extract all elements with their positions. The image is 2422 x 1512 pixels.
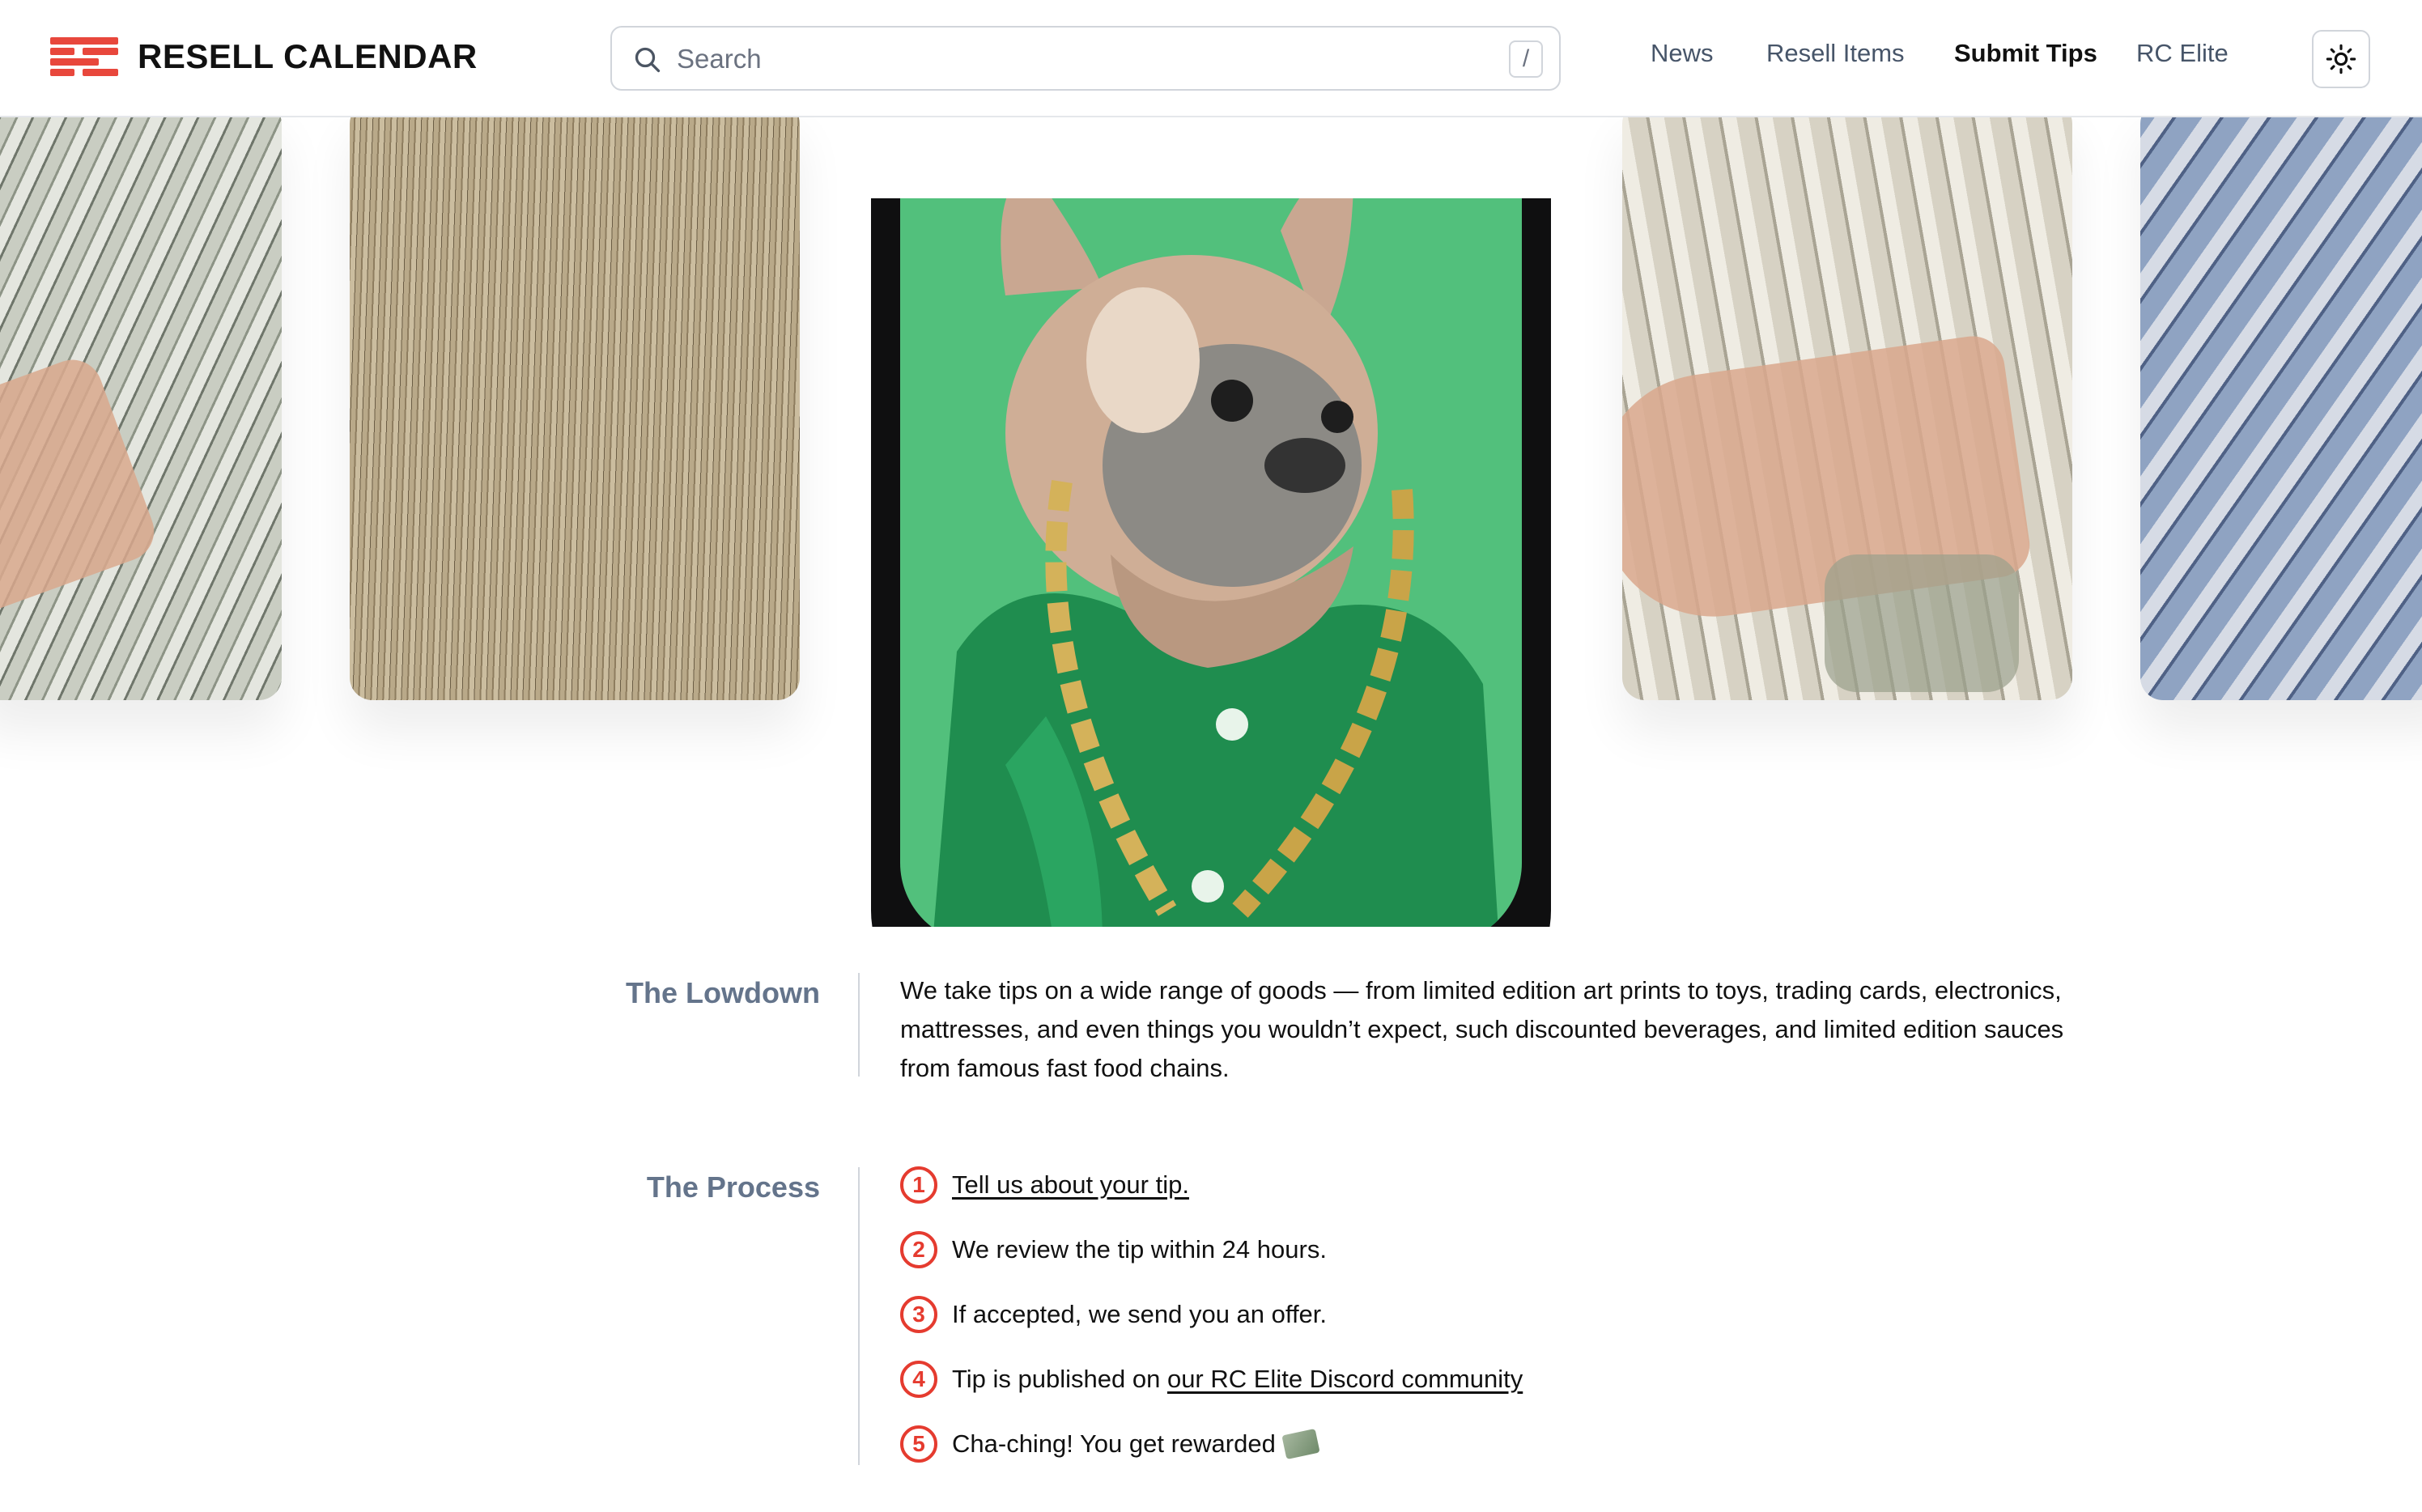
- process-divider: [858, 1167, 860, 1465]
- process-step: 4 Tip is published on our RC Elite Disco…: [900, 1360, 1523, 1399]
- cash-stack-image: [350, 117, 800, 700]
- step-number-2: 2: [900, 1231, 937, 1268]
- search-input[interactable]: [677, 36, 1454, 83]
- hundred-dollar-hand-image: [1622, 117, 2072, 700]
- process-step: 3 If accepted, we send you an offer.: [900, 1295, 1327, 1334]
- process-step: 1 Tell us about your tip.: [900, 1166, 1189, 1204]
- process-step: 2 We review the tip within 24 hours.: [900, 1230, 1327, 1269]
- step-text: If accepted, we send you an offer.: [952, 1300, 1328, 1328]
- lowdown-heading: The Lowdown: [626, 976, 820, 1009]
- search-shortcut-key: /: [1509, 40, 1543, 78]
- lowdown-divider: [858, 973, 860, 1077]
- step-text: We review the tip within 24 hours.: [952, 1235, 1327, 1264]
- brand-name: RESELL CALENDAR: [138, 37, 478, 75]
- tell-us-link[interactable]: Tell us about your tip.: [952, 1170, 1189, 1200]
- step-number-5: 5: [900, 1425, 937, 1463]
- phone-frame: [871, 198, 1551, 927]
- step-number-1: 1: [900, 1166, 937, 1204]
- theme-toggle-button[interactable]: [2312, 30, 2370, 88]
- cash-fan-image: [0, 117, 282, 700]
- site-header: RESELL CALENDAR / News Resell Items Subm…: [0, 0, 2422, 117]
- process-heading: The Process: [646, 1170, 820, 1204]
- lowdown-text: We take tips on a wide range of goods — …: [900, 976, 2064, 1082]
- step-text: Cha-ching! You get rewarded: [952, 1429, 1276, 1458]
- french-bulldog-phone-image: [900, 198, 1522, 927]
- step-text: Tip is published on: [952, 1365, 1167, 1393]
- hero-gallery: [0, 117, 2422, 927]
- step-number-4: 4: [900, 1361, 937, 1398]
- search-icon: [635, 47, 661, 73]
- sun-icon: [2326, 44, 2356, 74]
- logo-mark-icon: [50, 37, 118, 76]
- nav-rc-elite[interactable]: RC Elite: [2136, 39, 2229, 68]
- discord-community-link[interactable]: our RC Elite Discord community: [1167, 1365, 1523, 1394]
- brand-logo[interactable]: RESELL CALENDAR: [50, 37, 478, 76]
- twenty-dollar-bills-image: [2140, 117, 2422, 700]
- step-number-3: 3: [900, 1296, 937, 1333]
- nav-news[interactable]: News: [1651, 39, 1714, 68]
- money-with-wings-icon: [1281, 1428, 1320, 1460]
- process-step: 5 Cha-ching! You get rewarded: [900, 1425, 1320, 1463]
- nav-resell-items[interactable]: Resell Items: [1766, 39, 1905, 68]
- nav-submit-tips[interactable]: Submit Tips: [1954, 39, 2097, 68]
- search-box[interactable]: /: [610, 26, 1561, 91]
